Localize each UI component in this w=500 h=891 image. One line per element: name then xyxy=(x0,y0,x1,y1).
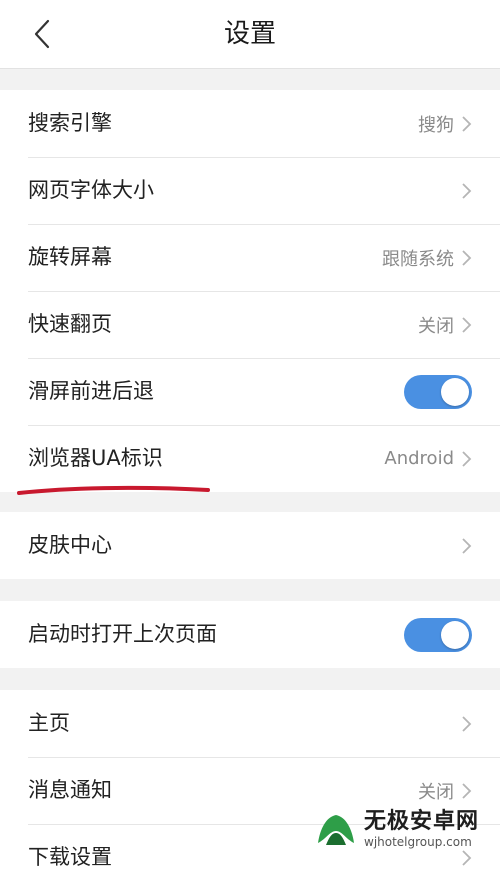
toggle-knob xyxy=(441,378,469,406)
setting-label: 主页 xyxy=(28,711,70,735)
settings-group-browsing: 搜索引擎 搜狗 网页字体大小 旋转屏幕 跟随系统 快速翻页 关闭 滑屏前进后退 … xyxy=(0,90,500,492)
settings-group-general: 主页 消息通知 关闭 下载设置 xyxy=(0,690,500,891)
chevron-right-icon xyxy=(462,782,472,799)
watermark: 无极安卓网 wjhotelgroup.com xyxy=(314,806,500,852)
setting-value: Android xyxy=(384,448,454,469)
chevron-right-icon xyxy=(462,249,472,266)
setting-rotate-screen[interactable]: 旋转屏幕 跟随系统 xyxy=(0,224,500,291)
chevron-right-icon xyxy=(462,715,472,732)
chevron-right-icon xyxy=(462,115,472,132)
setting-value: 跟随系统 xyxy=(382,248,454,270)
setting-label: 搜索引擎 xyxy=(28,111,112,135)
setting-label: 消息通知 xyxy=(28,778,112,802)
setting-home-page[interactable]: 主页 xyxy=(0,690,500,757)
swipe-navigation-toggle[interactable] xyxy=(404,375,472,409)
setting-label: 皮肤中心 xyxy=(28,533,112,557)
setting-label: 快速翻页 xyxy=(28,312,112,336)
setting-search-engine[interactable]: 搜索引擎 搜狗 xyxy=(0,90,500,157)
page-title: 设置 xyxy=(223,19,276,49)
toggle-knob xyxy=(441,621,469,649)
back-button[interactable] xyxy=(24,14,60,54)
setting-skin-center[interactable]: 皮肤中心 xyxy=(0,512,500,579)
settings-group-startup: 启动时打开上次页面 xyxy=(0,601,500,668)
setting-fast-page-turn[interactable]: 快速翻页 关闭 xyxy=(0,291,500,358)
chevron-right-icon xyxy=(462,182,472,199)
setting-label: 滑屏前进后退 xyxy=(28,379,154,403)
setting-label: 启动时打开上次页面 xyxy=(28,622,217,646)
restore-last-page-toggle[interactable] xyxy=(404,618,472,652)
setting-label: 下载设置 xyxy=(28,845,112,869)
annotation-underline xyxy=(17,485,210,495)
chevron-right-icon xyxy=(462,450,472,467)
setting-swipe-navigation: 滑屏前进后退 xyxy=(0,358,500,425)
setting-label: 网页字体大小 xyxy=(28,178,154,202)
chevron-right-icon xyxy=(462,316,472,333)
chevron-left-icon xyxy=(34,19,50,49)
watermark-logo-icon xyxy=(318,815,354,845)
setting-value: 搜狗 xyxy=(418,114,454,136)
setting-value: 关闭 xyxy=(418,315,454,337)
setting-restore-last-page: 启动时打开上次页面 xyxy=(0,601,500,668)
chevron-right-icon xyxy=(462,537,472,554)
watermark-url: wjhotelgroup.com xyxy=(364,835,472,849)
setting-font-size[interactable]: 网页字体大小 xyxy=(0,157,500,224)
watermark-name: 无极安卓网 xyxy=(364,809,480,834)
settings-group-skin: 皮肤中心 xyxy=(0,512,500,579)
nav-bar: 设置 xyxy=(0,0,500,69)
setting-value: 关闭 xyxy=(418,781,454,803)
setting-label: 旋转屏幕 xyxy=(28,245,112,269)
